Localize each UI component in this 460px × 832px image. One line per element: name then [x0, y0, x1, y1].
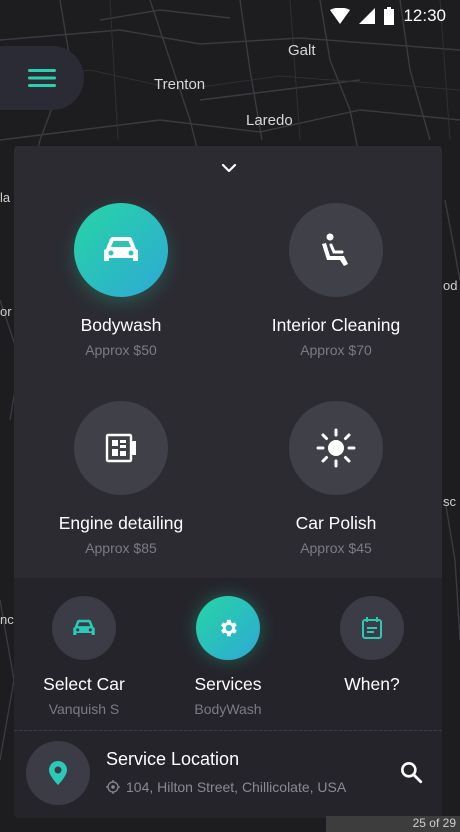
- engine-icon: [105, 433, 136, 463]
- car-icon: [104, 237, 138, 261]
- sun-icon: [316, 428, 356, 468]
- car-seat-icon: [322, 233, 348, 266]
- page-indicator: 25 of 29: [326, 816, 460, 832]
- map-label-trenton: Trenton: [154, 76, 206, 93]
- status-time: 12:30: [403, 6, 446, 25]
- step-subtitle: BodyWash: [194, 701, 262, 717]
- service-name: Engine detailing: [58, 513, 184, 533]
- service-location-address: 104, Hilton Street, Chillicolate, USA: [106, 779, 346, 795]
- menu-button[interactable]: [0, 46, 84, 110]
- step-title: Services: [194, 674, 262, 694]
- service-option-engine-detailing[interactable]: Engine detailing Approx $85: [21, 401, 221, 556]
- step-icon-circle: [196, 596, 260, 660]
- gear-icon: [221, 619, 237, 637]
- status-bar: 12:30: [0, 0, 460, 32]
- service-icon-circle: [74, 401, 168, 495]
- address-text: 104, Hilton Street, Chillicolate, USA: [126, 779, 347, 795]
- step-subtitle: Vanquish S: [48, 701, 120, 717]
- service-location-row[interactable]: Service Location 104, Hilton Street, Chi…: [14, 731, 442, 818]
- service-price: Approx $70: [300, 342, 372, 358]
- gps-target-icon: [106, 780, 120, 794]
- hamburger-menu-icon: [28, 69, 56, 87]
- map-label-edge-left-3: nc: [0, 612, 14, 627]
- service-option-interior-cleaning[interactable]: Interior Cleaning Approx $70: [236, 203, 436, 358]
- service-option-bodywash[interactable]: Bodywash Approx $50: [21, 203, 221, 358]
- step-icon-circle: [52, 596, 116, 660]
- calendar-icon: [362, 617, 382, 639]
- service-icon-circle: [289, 401, 383, 495]
- search-icon[interactable]: [398, 759, 424, 785]
- step-services[interactable]: Services BodyWash: [158, 596, 298, 717]
- step-title: When?: [344, 674, 400, 694]
- map-label-galt: Galt: [288, 42, 316, 59]
- step-title: Select Car: [43, 674, 125, 694]
- service-price: Approx $50: [85, 342, 157, 358]
- service-name: Interior Cleaning: [271, 315, 401, 335]
- service-name: Bodywash: [80, 315, 162, 335]
- service-option-car-polish[interactable]: Car Polish Approx $45: [236, 401, 436, 556]
- map-label-laredo: Laredo: [246, 112, 293, 129]
- map-label-edge-right-1: od: [443, 278, 458, 293]
- car-icon: [73, 619, 95, 635]
- service-name: Car Polish: [295, 513, 377, 533]
- step-icon-circle: [340, 596, 404, 660]
- map-label-edge-right-2: sc: [443, 494, 456, 509]
- wifi-icon: [330, 8, 351, 24]
- location-pin-button[interactable]: [26, 741, 90, 805]
- map-label-edge-left-1: la: [0, 190, 11, 205]
- service-location-title: Service Location: [106, 749, 240, 769]
- booking-stepper: Select Car Vanquish S Services BodyWash: [14, 578, 442, 730]
- service-price: Approx $85: [85, 540, 157, 556]
- signal-icon: [359, 8, 376, 24]
- step-select-car[interactable]: Select Car Vanquish S: [14, 596, 154, 717]
- service-icon-circle: [74, 203, 168, 297]
- chevron-down-icon[interactable]: [219, 158, 239, 178]
- service-price: Approx $45: [300, 540, 372, 556]
- service-panel: Bodywash Approx $50 Interior Cleaning Ap…: [14, 146, 442, 818]
- location-pin-icon: [49, 761, 67, 785]
- map-label-edge-left-2: or: [0, 304, 12, 319]
- step-when[interactable]: When?: [302, 596, 442, 701]
- service-icon-circle: [289, 203, 383, 297]
- battery-icon: [384, 7, 395, 25]
